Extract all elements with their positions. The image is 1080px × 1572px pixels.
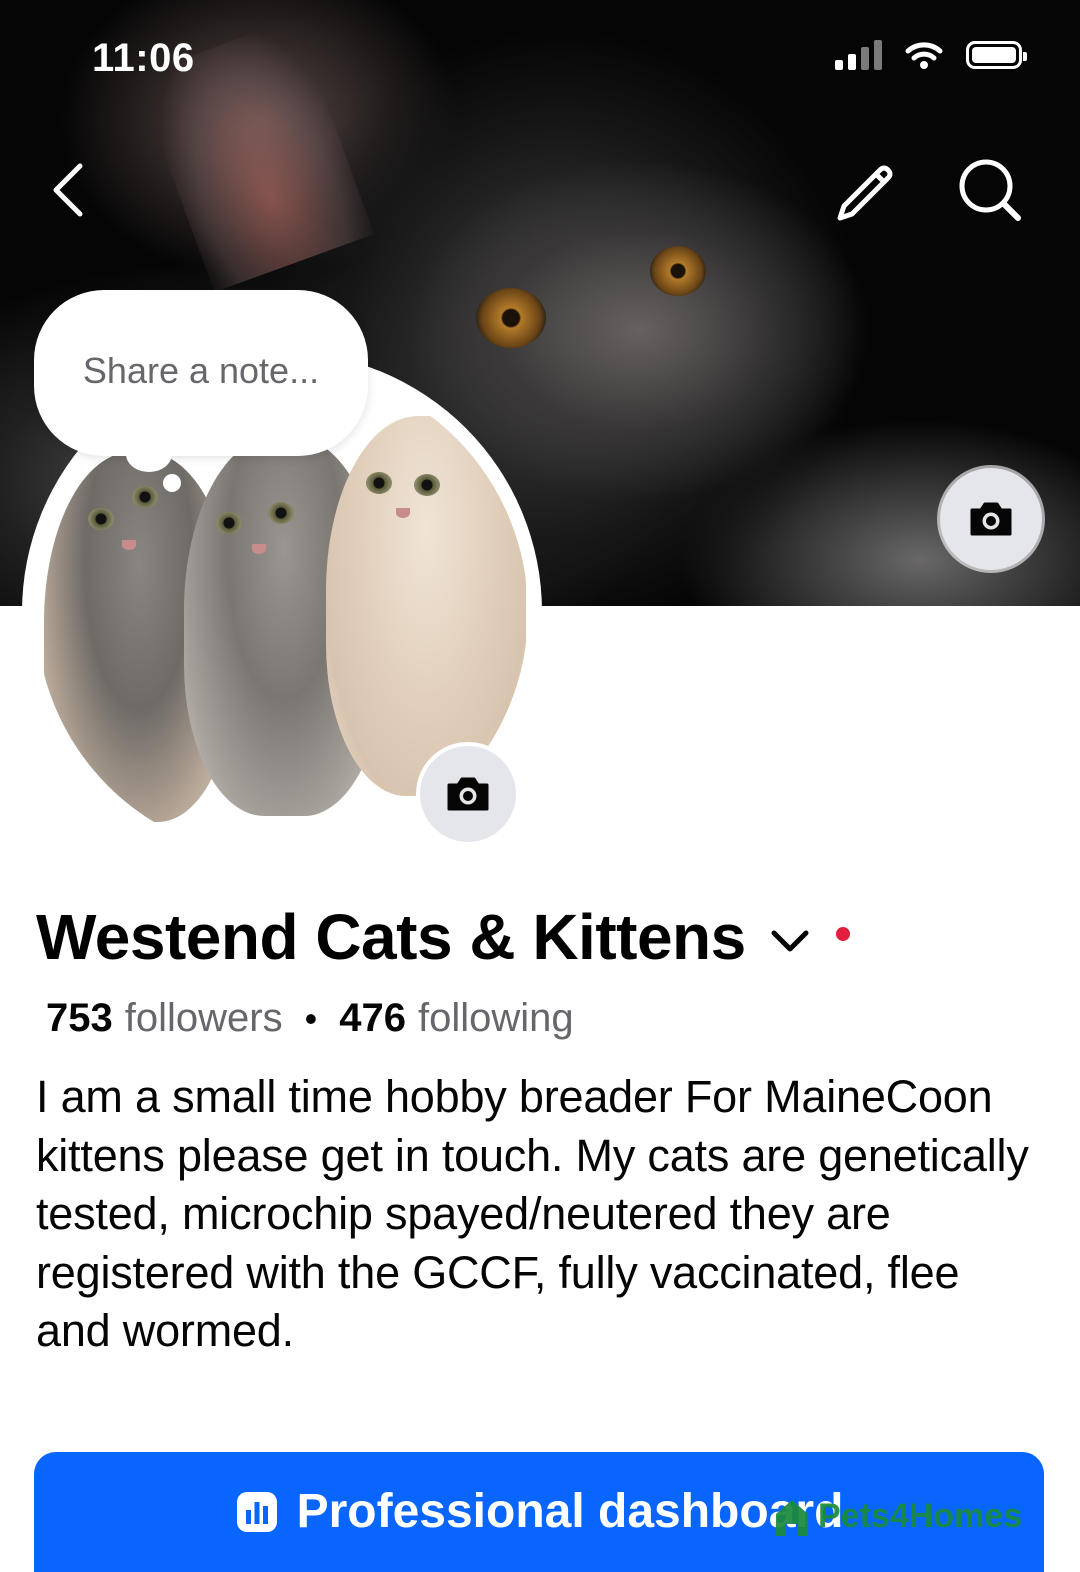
kitten-left-nose — [122, 540, 136, 550]
cover-cat-eye-right — [650, 246, 706, 296]
followers-label[interactable]: followers — [125, 996, 283, 1041]
search-icon[interactable] — [954, 156, 1026, 226]
share-note-bubble[interactable]: Share a note... — [34, 290, 368, 456]
profile-name: Westend Cats & Kittens — [36, 901, 746, 973]
signal-icon — [835, 40, 882, 70]
kitten-right-nose — [396, 508, 410, 518]
kitten-right — [326, 416, 526, 796]
notification-dot — [835, 927, 850, 941]
profile-bio: I am a small time hobby breader For Main… — [36, 1071, 1029, 1356]
watermark-text: Pets4Homes — [818, 1496, 1023, 1535]
profile-name-row: Westend Cats & Kittens — [36, 900, 850, 974]
stats-separator: • — [304, 998, 318, 1039]
chevron-down-icon[interactable] — [770, 928, 810, 954]
status-icons — [835, 40, 1027, 70]
kitten-left-eye — [88, 508, 114, 530]
camera-icon — [970, 502, 1012, 536]
professional-dashboard-label: Professional dashboard — [296, 1485, 844, 1538]
bar-chart-icon — [236, 1491, 277, 1532]
cover-camera-button[interactable] — [940, 468, 1042, 570]
battery-icon — [966, 41, 1027, 69]
house-logo-icon — [776, 1500, 808, 1536]
note-bubble-tail-dot — [163, 474, 181, 492]
kitten-middle-eye — [268, 502, 294, 524]
kitten-right-eye — [414, 474, 440, 496]
note-bubble-tail — [126, 436, 172, 472]
camera-icon — [447, 777, 489, 811]
avatar-camera-button[interactable] — [416, 742, 520, 846]
pencil-icon[interactable] — [832, 158, 898, 224]
status-time: 11:06 — [92, 36, 195, 80]
following-count[interactable]: 476 — [339, 996, 406, 1041]
kitten-middle-nose — [252, 544, 266, 554]
wifi-icon — [905, 42, 943, 69]
kitten-middle-eye — [216, 512, 242, 534]
kitten-left-eye — [132, 486, 158, 508]
watermark: Pets4Homes — [772, 1494, 1022, 1538]
kitten-right-eye — [366, 472, 392, 494]
following-label[interactable]: following — [418, 996, 574, 1041]
profile-stats: 753 followers • 476 following — [46, 996, 574, 1041]
followers-count[interactable]: 753 — [46, 996, 113, 1041]
cover-cat-eye-left — [476, 288, 546, 348]
share-note-placeholder: Share a note... — [82, 350, 320, 391]
back-chevron-icon[interactable] — [48, 160, 88, 220]
